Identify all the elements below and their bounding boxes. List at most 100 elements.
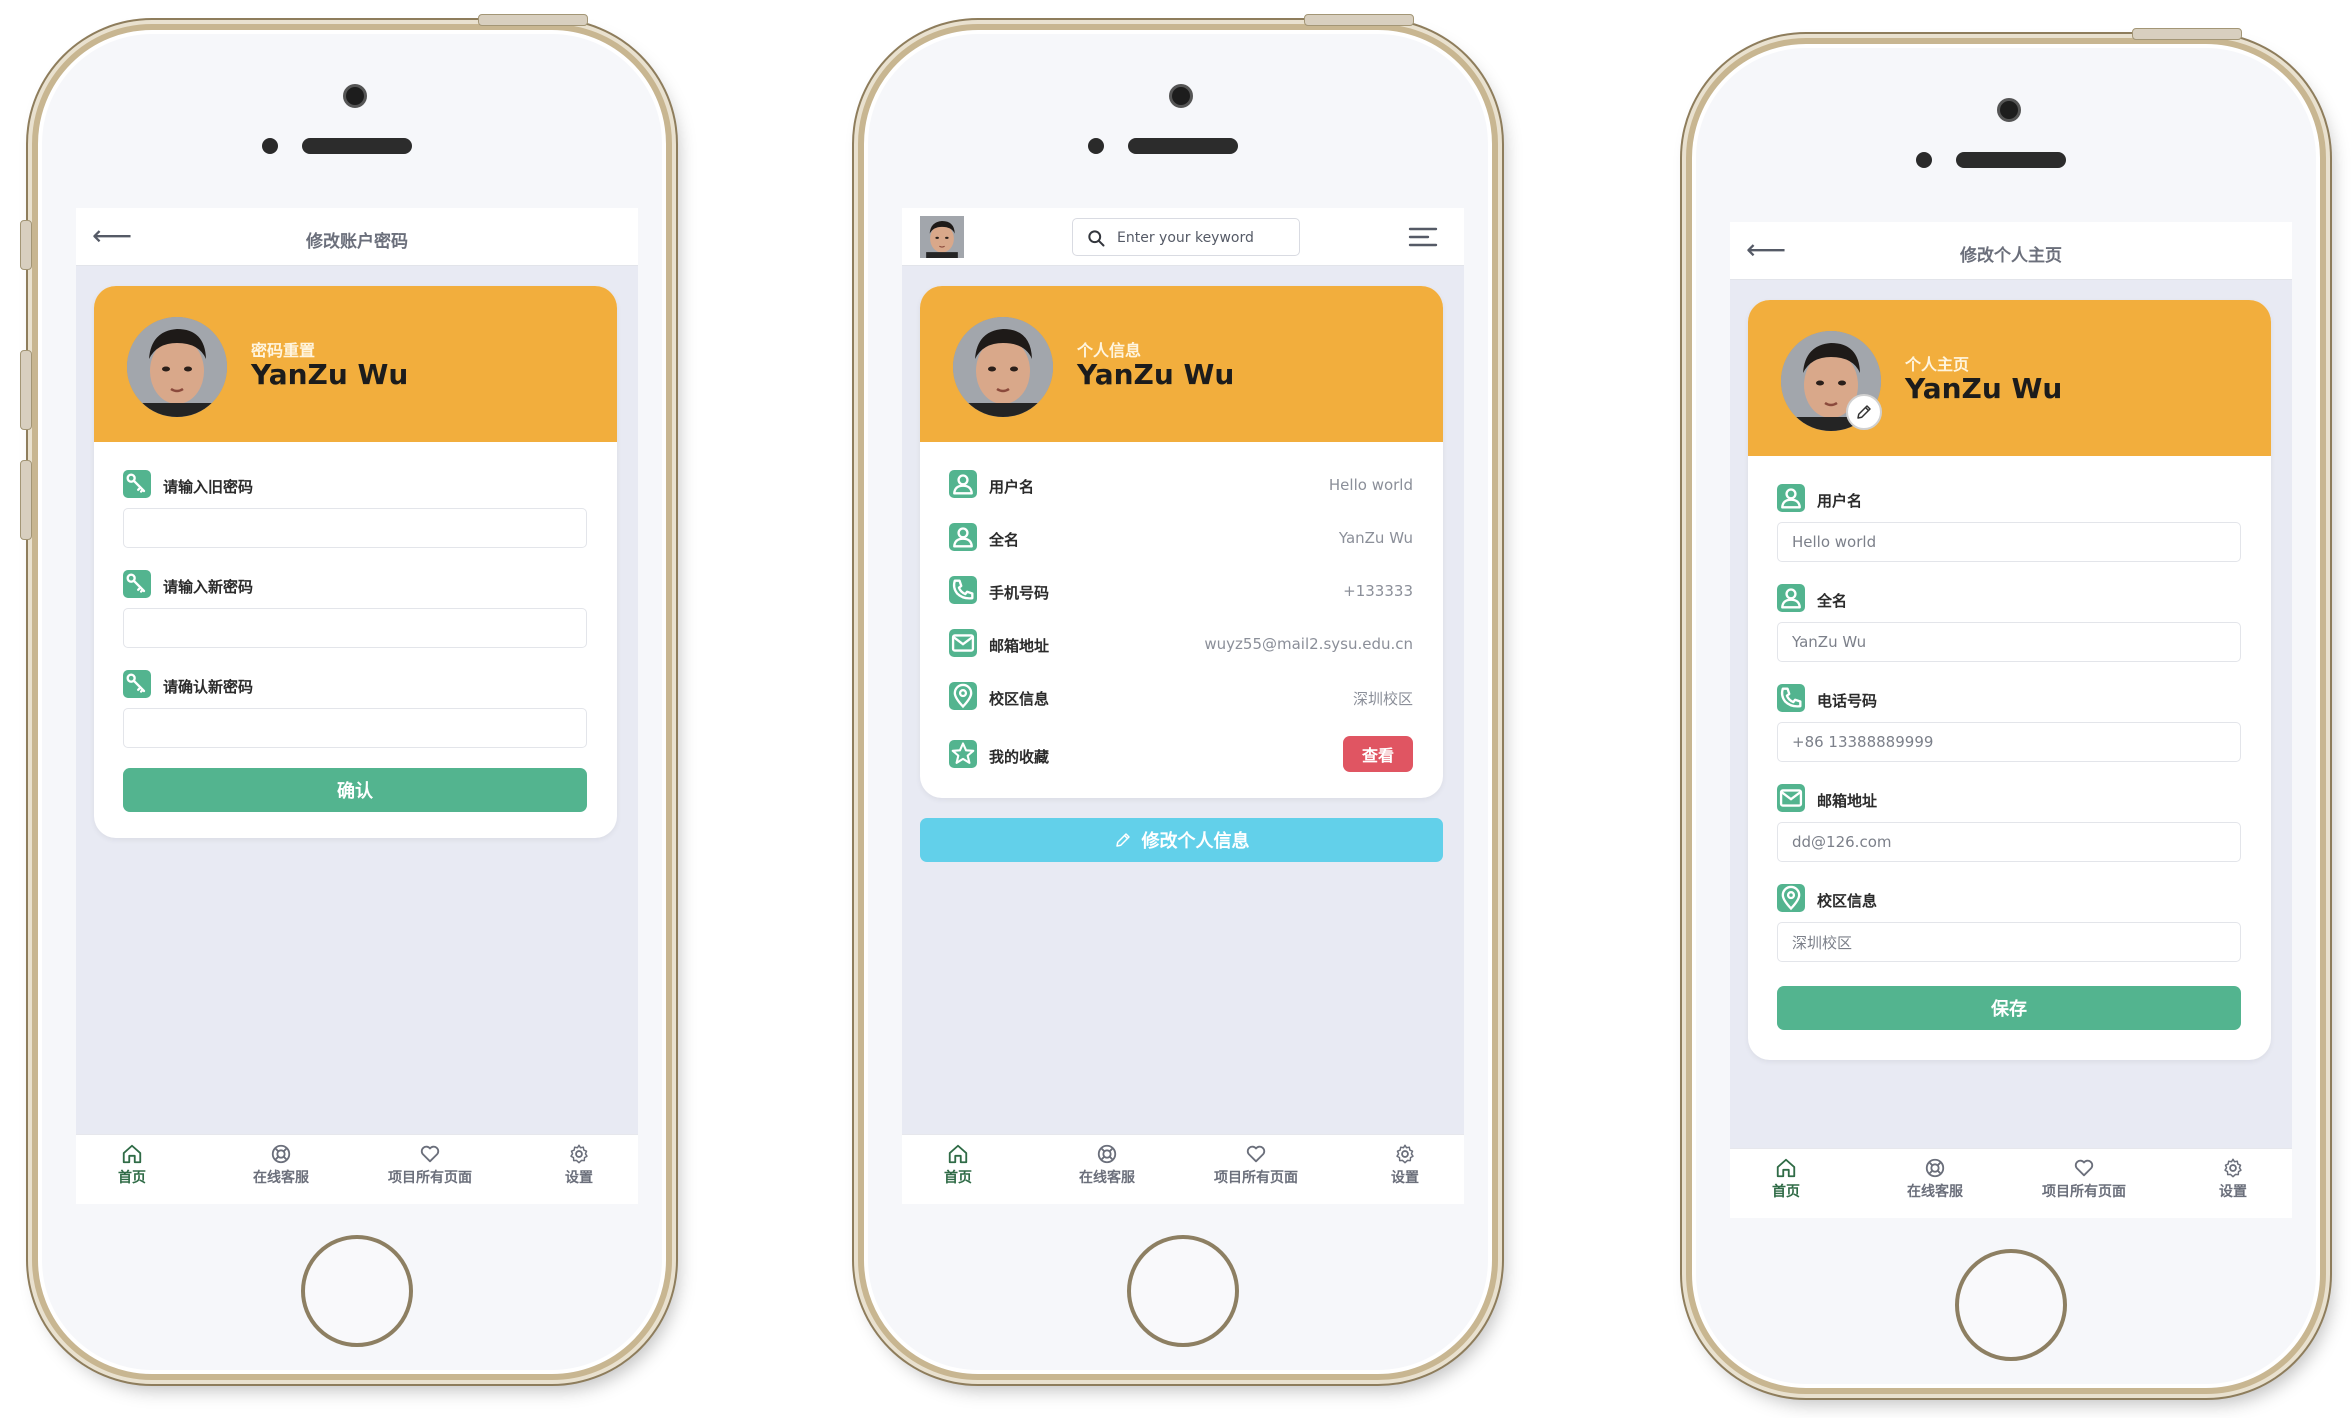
- field-label: 请输入新密码: [163, 578, 254, 596]
- tab-label: 首页: [1772, 1184, 1800, 1200]
- tab-settings[interactable]: 设置: [519, 1143, 638, 1187]
- tab-support[interactable]: 在线客服: [1047, 1143, 1167, 1187]
- save-button[interactable]: 保存: [1777, 986, 2241, 1030]
- phone-frame-1: ⟵ 修改账户密码 密码重置 YanZu Wu 请输入旧密码 请输入新密码 请确认…: [20, 14, 672, 1380]
- fullname-input[interactable]: YanZu Wu: [1777, 622, 2241, 662]
- tab-home[interactable]: 首页: [1730, 1157, 1846, 1201]
- info-label: 邮箱地址: [989, 637, 1050, 655]
- tab-settings[interactable]: 设置: [1345, 1143, 1464, 1187]
- field-label: 全名: [1817, 592, 1848, 610]
- earpiece-speaker: [1128, 138, 1238, 154]
- front-camera: [1169, 84, 1193, 108]
- location-icon: [1777, 884, 1805, 912]
- volume-down-button: [20, 460, 32, 540]
- power-button: [1304, 14, 1414, 26]
- home-button[interactable]: [1127, 1235, 1239, 1347]
- confirm-password-input[interactable]: [123, 708, 587, 748]
- page-title: 修改账户密码: [306, 232, 408, 252]
- search-input[interactable]: Enter your keyword: [1072, 218, 1300, 256]
- info-value: 深圳校区: [1352, 690, 1413, 708]
- pencil-icon: [1114, 831, 1132, 849]
- tab-label: 在线客服: [253, 1170, 309, 1186]
- mail-icon: [949, 629, 977, 657]
- top-bar: ⟵ 修改个人主页: [1730, 222, 2292, 280]
- info-value: +133333: [1343, 582, 1413, 600]
- user-name: YanZu Wu: [1077, 358, 1235, 391]
- tab-all-pages[interactable]: 项目所有页面: [1196, 1143, 1316, 1187]
- phone-icon: [1777, 684, 1805, 712]
- tab-all-pages[interactable]: 项目所有页面: [370, 1143, 490, 1187]
- gear-icon: [568, 1143, 590, 1165]
- old-password-input[interactable]: [123, 508, 587, 548]
- info-value: wuyz55@mail2.sysu.edu.cn: [1204, 635, 1413, 653]
- user-name: YanZu Wu: [251, 358, 409, 391]
- email-input[interactable]: dd@126.com: [1777, 822, 2241, 862]
- field-label: 邮箱地址: [1817, 792, 1878, 810]
- home-icon: [121, 1143, 143, 1165]
- avatar[interactable]: [920, 216, 964, 258]
- tab-home[interactable]: 首页: [902, 1143, 1018, 1187]
- campus-input[interactable]: 深圳校区: [1777, 922, 2241, 962]
- info-label: 全名: [989, 531, 1020, 549]
- phone-frame-2: Enter your keyword 个人信息 YanZu Wu 用户名 Hel…: [858, 14, 1498, 1380]
- home-button[interactable]: [1955, 1249, 2067, 1361]
- tab-label: 在线客服: [1907, 1184, 1963, 1200]
- info-value: YanZu Wu: [1338, 529, 1413, 547]
- tab-label: 项目所有页面: [2042, 1184, 2126, 1200]
- user-icon: [1777, 584, 1805, 612]
- home-icon: [947, 1143, 969, 1165]
- tab-label: 首页: [944, 1170, 972, 1186]
- front-camera: [343, 84, 367, 108]
- phone-input[interactable]: +86 13388889999: [1777, 722, 2241, 762]
- field-label: 校区信息: [1817, 892, 1878, 910]
- tab-bar: 首页 在线客服 项目所有页面 设置: [902, 1134, 1464, 1204]
- menu-icon[interactable]: [1408, 226, 1438, 248]
- key-icon: [123, 470, 151, 498]
- mute-switch: [20, 220, 32, 270]
- tab-label: 设置: [2219, 1184, 2247, 1200]
- new-password-input[interactable]: [123, 608, 587, 648]
- earpiece-speaker: [1956, 152, 2066, 168]
- edit-avatar-button[interactable]: [1846, 394, 1882, 430]
- home-button[interactable]: [301, 1235, 413, 1347]
- info-label: 我的收藏: [989, 748, 1050, 766]
- location-icon: [949, 682, 977, 710]
- tab-label: 项目所有页面: [1214, 1170, 1298, 1186]
- profile-header: 个人信息 YanZu Wu: [920, 286, 1443, 442]
- support-icon: [1924, 1157, 1946, 1179]
- edit-profile-button[interactable]: 修改个人信息: [920, 818, 1443, 862]
- info-value: Hello world: [1328, 476, 1413, 494]
- tab-label: 设置: [1391, 1170, 1419, 1186]
- phone-icon: [949, 576, 977, 604]
- user-icon: [949, 470, 977, 498]
- search-placeholder: Enter your keyword: [1117, 230, 1254, 246]
- earpiece-speaker: [302, 138, 412, 154]
- heart-icon: [2073, 1157, 2095, 1179]
- info-label: 校区信息: [989, 690, 1050, 708]
- tab-label: 项目所有页面: [388, 1170, 472, 1186]
- key-icon: [123, 670, 151, 698]
- tab-label: 在线客服: [1079, 1170, 1135, 1186]
- tab-support[interactable]: 在线客服: [1875, 1157, 1995, 1201]
- volume-up-button: [20, 350, 32, 430]
- tab-label: 首页: [118, 1170, 146, 1186]
- view-favorites-button[interactable]: 查看: [1343, 736, 1413, 772]
- confirm-button[interactable]: 确认: [123, 768, 587, 812]
- tab-home[interactable]: 首页: [76, 1143, 192, 1187]
- support-icon: [270, 1143, 292, 1165]
- info-label: 用户名: [989, 478, 1035, 496]
- power-button: [478, 14, 588, 26]
- front-camera: [1997, 98, 2021, 122]
- field-label: 用户名: [1817, 492, 1863, 510]
- tab-all-pages[interactable]: 项目所有页面: [2024, 1157, 2144, 1201]
- page-title: 修改个人主页: [1960, 246, 2062, 266]
- password-card: 密码重置 YanZu Wu 请输入旧密码 请输入新密码 请确认新密码 确认: [94, 286, 617, 838]
- star-icon: [949, 740, 977, 768]
- tab-support[interactable]: 在线客服: [221, 1143, 341, 1187]
- username-input[interactable]: Hello world: [1777, 522, 2241, 562]
- top-bar: ⟵ 修改账户密码: [76, 208, 638, 266]
- user-icon: [1777, 484, 1805, 512]
- phone-frame-3: ⟵ 修改个人主页 个人主页 YanZu Wu 用户名 Hello world 全…: [1686, 28, 2326, 1394]
- edit-profile-label: 修改个人信息: [1141, 831, 1250, 852]
- tab-settings[interactable]: 设置: [2173, 1157, 2292, 1201]
